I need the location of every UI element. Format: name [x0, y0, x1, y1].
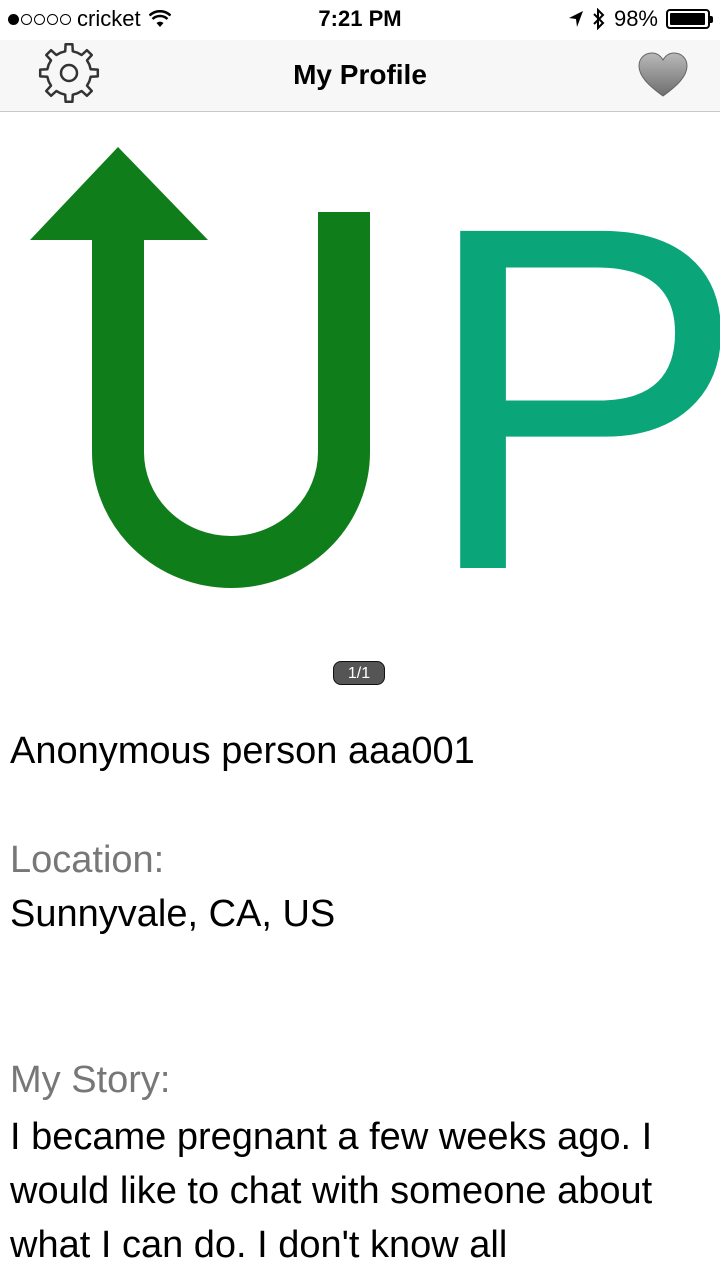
arrow-u-stroke	[92, 212, 370, 588]
battery-percentage: 98%	[613, 6, 658, 31]
photo-page-indicator: 1/1	[333, 661, 385, 685]
profile-image-up-logo: P	[30, 124, 720, 652]
arrow-head	[30, 147, 208, 240]
status-bar: cricket 7:21 PM 98%	[0, 0, 720, 40]
arrow-u-mark	[30, 147, 370, 588]
profile-name: Anonymous person aaa001	[10, 730, 475, 772]
story-label: My Story:	[10, 1059, 171, 1101]
page-title: My Profile	[293, 59, 427, 90]
bluetooth-icon	[593, 8, 605, 30]
status-right: 98%	[568, 6, 713, 32]
battery-level	[670, 13, 706, 25]
location-value: Sunnyvale, CA, US	[10, 893, 336, 935]
navigation-bar: My Profile	[0, 40, 720, 112]
story-text: I became pregnant a few weeks ago. I wou…	[10, 1116, 653, 1266]
location-label: Location:	[10, 839, 165, 881]
battery-icon	[666, 9, 713, 29]
heart-icon[interactable]	[638, 52, 688, 98]
logo-letter-p: P	[420, 124, 720, 652]
location-arrow-icon	[568, 11, 583, 27]
